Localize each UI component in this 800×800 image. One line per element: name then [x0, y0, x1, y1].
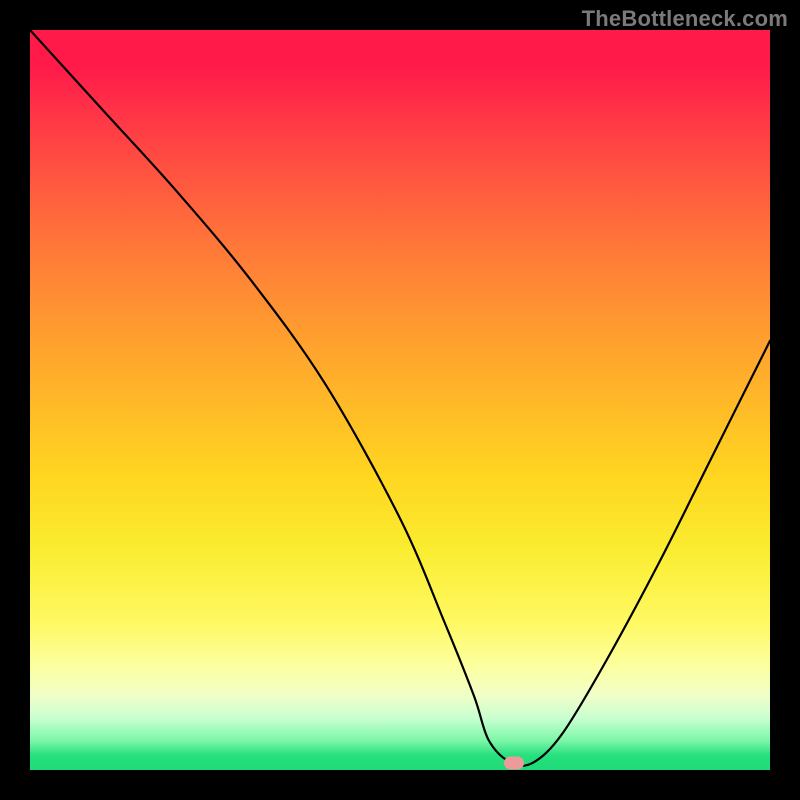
chart-frame: TheBottleneck.com [0, 0, 800, 800]
bottleneck-curve [30, 30, 770, 770]
plot-area [30, 30, 770, 770]
optimal-point-marker [504, 756, 524, 769]
watermark-text: TheBottleneck.com [582, 6, 788, 32]
curve-path [30, 30, 770, 766]
